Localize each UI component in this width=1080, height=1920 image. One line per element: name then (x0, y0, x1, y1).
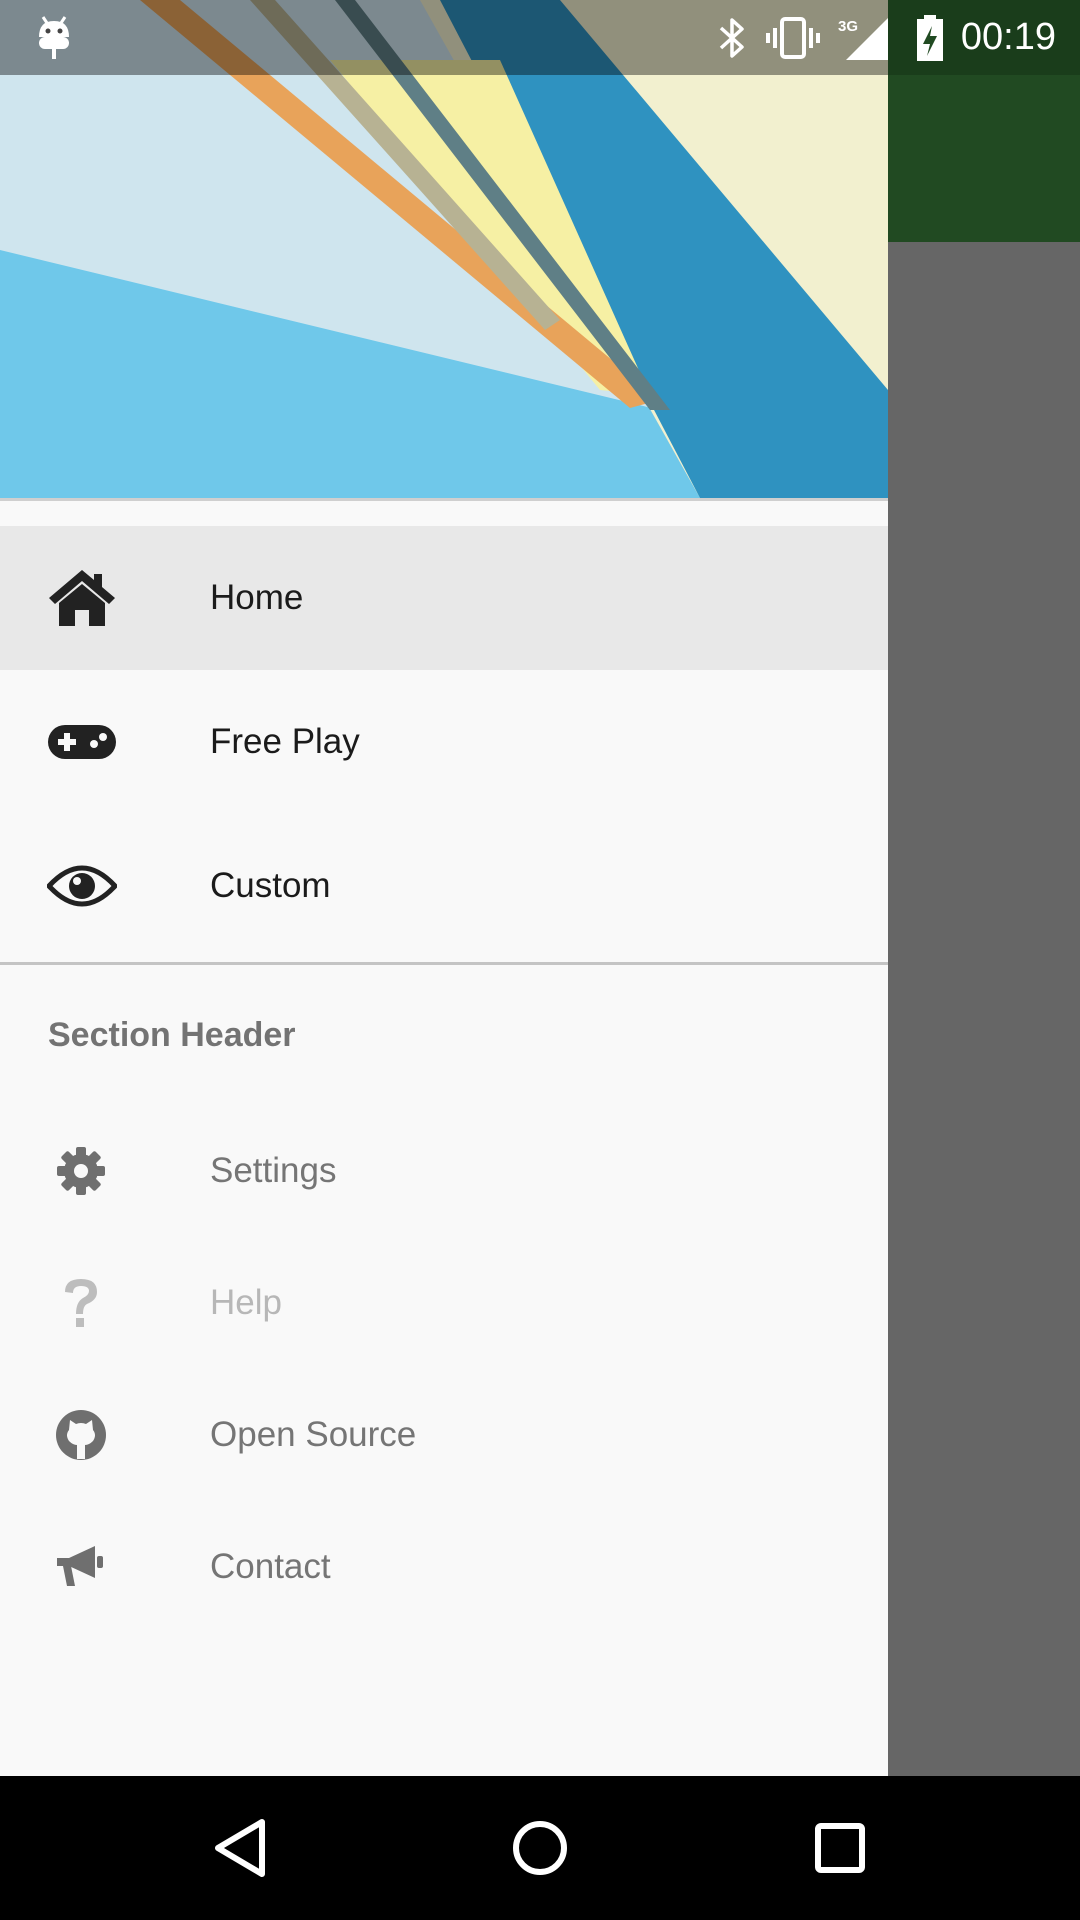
android-debug-icon (34, 0, 74, 75)
menu-item-label: Custom (210, 866, 331, 905)
status-bar: 3G 00:19 (0, 0, 1080, 75)
menu-item-label: Settings (210, 1151, 337, 1190)
question-icon (50, 1272, 112, 1334)
megaphone-icon (50, 1536, 112, 1598)
vibrate-icon (764, 0, 822, 75)
network-type-label: 3G (838, 18, 858, 35)
menu-item-custom[interactable]: Custom (0, 814, 888, 958)
menu-item-home[interactable]: Home (0, 526, 888, 670)
navigation-drawer: Home Free Play Custom Section Header Set… (0, 0, 888, 1776)
navigation-bar (0, 1776, 1080, 1920)
eye-icon (46, 850, 118, 922)
menu-item-contact[interactable]: Contact (0, 1501, 888, 1633)
drawer-menu: Home Free Play Custom Section Header Set… (0, 526, 888, 1633)
bluetooth-icon (712, 0, 752, 75)
gear-icon (50, 1140, 112, 1202)
menu-item-label: Home (210, 578, 304, 617)
menu-item-label: Open Source (210, 1415, 417, 1454)
menu-item-help[interactable]: Help (0, 1237, 888, 1369)
github-icon (50, 1404, 112, 1466)
signal-icon: 3G (836, 0, 890, 75)
recents-icon[interactable] (780, 1776, 900, 1920)
home-circle-icon[interactable] (480, 1776, 600, 1920)
home-icon (46, 562, 118, 634)
menu-item-label: Free Play (210, 722, 360, 761)
drawer-header-image (0, 0, 888, 501)
menu-item-label: Contact (210, 1547, 331, 1586)
menu-item-label: Help (210, 1283, 282, 1322)
menu-item-settings[interactable]: Settings (0, 1105, 888, 1237)
back-icon[interactable] (180, 1776, 300, 1920)
battery-charging-icon (912, 0, 948, 75)
menu-item-open-source[interactable]: Open Source (0, 1369, 888, 1501)
gamepad-icon (46, 706, 118, 778)
section-header: Section Header (48, 1015, 296, 1054)
menu-item-free-play[interactable]: Free Play (0, 670, 888, 814)
status-time: 00:19 (960, 16, 1056, 58)
status-bar-background (0, 0, 888, 75)
